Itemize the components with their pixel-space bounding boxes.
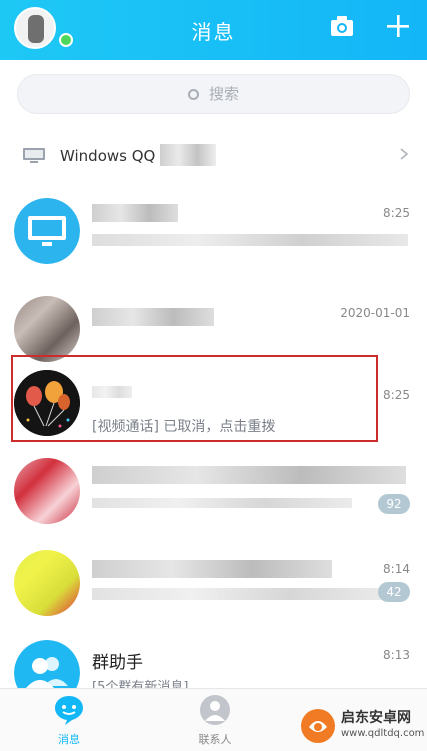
search-icon (187, 89, 199, 100)
blurred-name (92, 204, 178, 222)
blurred-name (92, 466, 406, 484)
bottom-tab-bar: 消息 联系人 启东安卓网 www.qdltdq.com (0, 688, 427, 751)
tab-messages[interactable]: 消息 (34, 693, 104, 749)
search-placeholder: 搜索 (208, 85, 239, 103)
blurred-preview (92, 498, 352, 508)
conversation-item[interactable]: 92 (0, 448, 427, 540)
contact-avatar (14, 296, 80, 362)
page-title: 消息 (191, 20, 236, 44)
watermark-url: www.qdltdq.com (341, 728, 425, 739)
highlight-box (11, 355, 378, 442)
blurred-preview (92, 234, 408, 246)
search-input[interactable]: 搜索 (17, 74, 410, 114)
unread-badge: 42 (378, 582, 410, 602)
unread-badge: 92 (378, 494, 410, 514)
contact-avatar (14, 550, 80, 616)
conversation-list: 搜索 Windows QQ 8:25 2020-01-01 [视频通话] 已取消… (0, 60, 427, 706)
conversation-item[interactable]: 8:25 (0, 188, 427, 280)
tab-label: 联系人 (198, 733, 232, 746)
message-time: 8:25 (383, 388, 410, 402)
message-time: 8:14 (383, 562, 410, 576)
contact-avatar (14, 458, 80, 524)
tab-contacts[interactable]: 联系人 (180, 693, 250, 749)
blurred-preview (92, 588, 388, 600)
pc-login-row[interactable]: Windows QQ (0, 140, 427, 180)
messages-tab-icon (55, 696, 83, 725)
camera-icon[interactable] (330, 14, 354, 38)
tab-label: 消息 (58, 733, 80, 746)
pc-login-label: Windows QQ (60, 147, 156, 165)
blurred-text (160, 144, 216, 166)
message-time: 8:13 (383, 648, 410, 662)
top-bar: 消息 (0, 0, 427, 60)
message-time: 2020-01-01 (340, 306, 410, 320)
watermark-logo-icon (301, 709, 335, 743)
contact-avatar (14, 198, 80, 264)
contact-name: 群助手 (92, 653, 143, 673)
chevron-right-icon (400, 148, 409, 160)
computer-icon (23, 148, 45, 163)
message-time: 8:25 (383, 206, 410, 220)
conversation-item[interactable]: 8:14 42 (0, 540, 427, 632)
blurred-name (92, 308, 214, 326)
blurred-name (92, 560, 332, 578)
watermark-title: 启东安卓网 (341, 710, 411, 726)
watermark: 启东安卓网 www.qdltdq.com (299, 705, 425, 747)
contacts-tab-icon (200, 695, 230, 725)
plus-icon[interactable] (386, 14, 410, 38)
